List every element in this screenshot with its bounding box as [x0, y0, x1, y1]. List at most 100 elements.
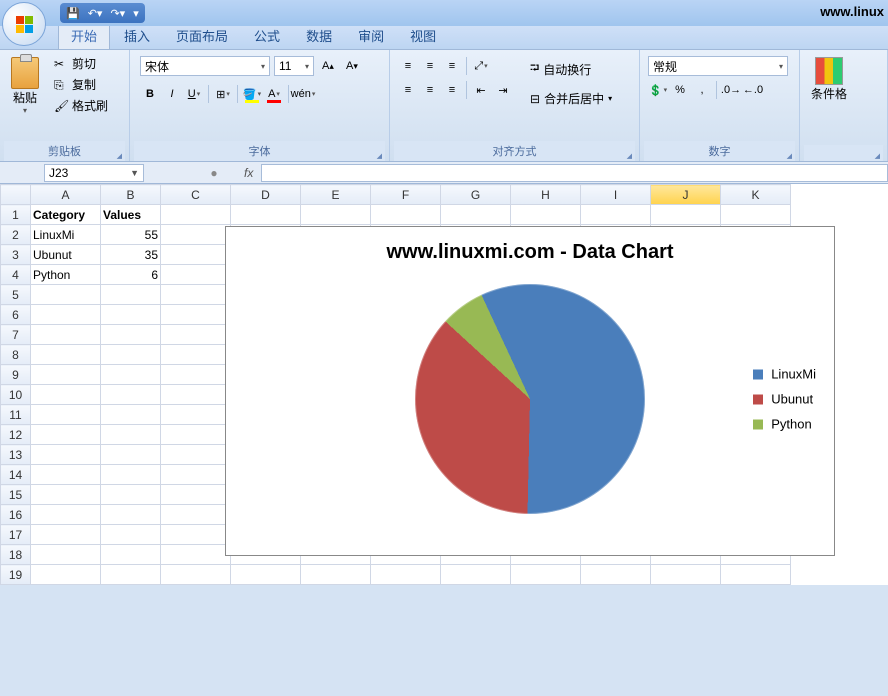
orientation-button[interactable]: ⤢ — [471, 56, 491, 76]
cell-B7[interactable] — [101, 325, 161, 345]
cell-B12[interactable] — [101, 425, 161, 445]
row-header-2[interactable]: 2 — [1, 225, 31, 245]
col-header-C[interactable]: C — [161, 185, 231, 205]
cell-D1[interactable] — [231, 205, 301, 225]
paste-button[interactable]: 粘贴 ▾ — [4, 52, 46, 120]
grow-font-button[interactable]: A▴ — [318, 56, 338, 76]
select-all-corner[interactable] — [1, 185, 31, 205]
cell-B18[interactable] — [101, 545, 161, 565]
cell-C1[interactable] — [161, 205, 231, 225]
align-middle-button[interactable]: ≡ — [420, 56, 440, 76]
cell-J1[interactable] — [651, 205, 721, 225]
tab-公式[interactable]: 公式 — [242, 22, 292, 49]
cell-A19[interactable] — [31, 565, 101, 585]
cell-K1[interactable] — [721, 205, 791, 225]
row-header-12[interactable]: 12 — [1, 425, 31, 445]
cell-E19[interactable] — [301, 565, 371, 585]
col-header-A[interactable]: A — [31, 185, 101, 205]
col-header-E[interactable]: E — [301, 185, 371, 205]
cell-B11[interactable] — [101, 405, 161, 425]
cell-B2[interactable]: 55 — [101, 225, 161, 245]
cell-B3[interactable]: 35 — [101, 245, 161, 265]
border-button[interactable]: ⊞ — [213, 84, 233, 104]
decrease-indent-button[interactable]: ⇤ — [471, 80, 491, 100]
col-header-B[interactable]: B — [101, 185, 161, 205]
tab-插入[interactable]: 插入 — [112, 22, 162, 49]
chart-object[interactable]: www.linuxmi.com - Data Chart LinuxMiUbun… — [225, 226, 835, 556]
cell-A18[interactable] — [31, 545, 101, 565]
col-header-D[interactable]: D — [231, 185, 301, 205]
cell-C6[interactable] — [161, 305, 231, 325]
col-header-G[interactable]: G — [441, 185, 511, 205]
cell-B10[interactable] — [101, 385, 161, 405]
tab-视图[interactable]: 视图 — [398, 22, 448, 49]
row-header-11[interactable]: 11 — [1, 405, 31, 425]
qat-customize-icon[interactable]: ▾ — [133, 7, 139, 20]
cell-A7[interactable] — [31, 325, 101, 345]
cell-C7[interactable] — [161, 325, 231, 345]
row-header-10[interactable]: 10 — [1, 385, 31, 405]
comma-button[interactable]: , — [692, 80, 712, 100]
cell-A8[interactable] — [31, 345, 101, 365]
col-header-H[interactable]: H — [511, 185, 581, 205]
accounting-button[interactable]: 💲 — [648, 80, 668, 100]
cell-H19[interactable] — [511, 565, 581, 585]
align-left-button[interactable]: ≡ — [398, 80, 418, 100]
row-header-16[interactable]: 16 — [1, 505, 31, 525]
cell-C15[interactable] — [161, 485, 231, 505]
increase-indent-button[interactable]: ⇥ — [493, 80, 513, 100]
cell-A6[interactable] — [31, 305, 101, 325]
row-header-18[interactable]: 18 — [1, 545, 31, 565]
cell-B6[interactable] — [101, 305, 161, 325]
cell-C4[interactable] — [161, 265, 231, 285]
col-header-K[interactable]: K — [721, 185, 791, 205]
font-color-button[interactable]: A — [264, 84, 284, 104]
cell-A13[interactable] — [31, 445, 101, 465]
fx-icon[interactable]: fx — [244, 166, 253, 180]
save-icon[interactable]: 💾 — [66, 7, 80, 20]
cell-C9[interactable] — [161, 365, 231, 385]
cell-C8[interactable] — [161, 345, 231, 365]
col-header-F[interactable]: F — [371, 185, 441, 205]
merge-center-button[interactable]: ⊟合并后居中▾ — [525, 87, 617, 110]
undo-icon[interactable]: ↶▾ — [88, 7, 103, 20]
row-header-6[interactable]: 6 — [1, 305, 31, 325]
cell-A4[interactable]: Python — [31, 265, 101, 285]
align-center-button[interactable]: ≡ — [420, 80, 440, 100]
phonetic-button[interactable]: wén — [293, 84, 313, 104]
cell-A1[interactable]: Category — [31, 205, 101, 225]
row-header-19[interactable]: 19 — [1, 565, 31, 585]
col-header-I[interactable]: I — [581, 185, 651, 205]
tab-数据[interactable]: 数据 — [294, 22, 344, 49]
cell-A2[interactable]: LinuxMi — [31, 225, 101, 245]
fill-color-button[interactable]: 🪣 — [242, 84, 262, 104]
cell-A10[interactable] — [31, 385, 101, 405]
cell-I19[interactable] — [581, 565, 651, 585]
row-header-15[interactable]: 15 — [1, 485, 31, 505]
conditional-formatting-button[interactable]: 条件格 — [804, 52, 854, 107]
office-button[interactable] — [2, 2, 46, 46]
cell-A11[interactable] — [31, 405, 101, 425]
row-header-7[interactable]: 7 — [1, 325, 31, 345]
cell-B16[interactable] — [101, 505, 161, 525]
cell-H1[interactable] — [511, 205, 581, 225]
format-painter-button[interactable]: 🖌格式刷 — [50, 96, 112, 115]
row-header-13[interactable]: 13 — [1, 445, 31, 465]
font-size-combo[interactable]: 11▾ — [274, 56, 314, 76]
align-top-button[interactable]: ≡ — [398, 56, 418, 76]
shrink-font-button[interactable]: A▾ — [342, 56, 362, 76]
cell-C12[interactable] — [161, 425, 231, 445]
cell-B4[interactable]: 6 — [101, 265, 161, 285]
cut-button[interactable]: ✂剪切 — [50, 54, 112, 73]
cell-E1[interactable] — [301, 205, 371, 225]
cell-C18[interactable] — [161, 545, 231, 565]
cell-A3[interactable]: Ubunut — [31, 245, 101, 265]
row-header-4[interactable]: 4 — [1, 265, 31, 285]
cell-B5[interactable] — [101, 285, 161, 305]
cell-B9[interactable] — [101, 365, 161, 385]
cell-C3[interactable] — [161, 245, 231, 265]
tab-页面布局[interactable]: 页面布局 — [164, 22, 240, 49]
row-header-14[interactable]: 14 — [1, 465, 31, 485]
cell-A12[interactable] — [31, 425, 101, 445]
col-header-J[interactable]: J — [651, 185, 721, 205]
